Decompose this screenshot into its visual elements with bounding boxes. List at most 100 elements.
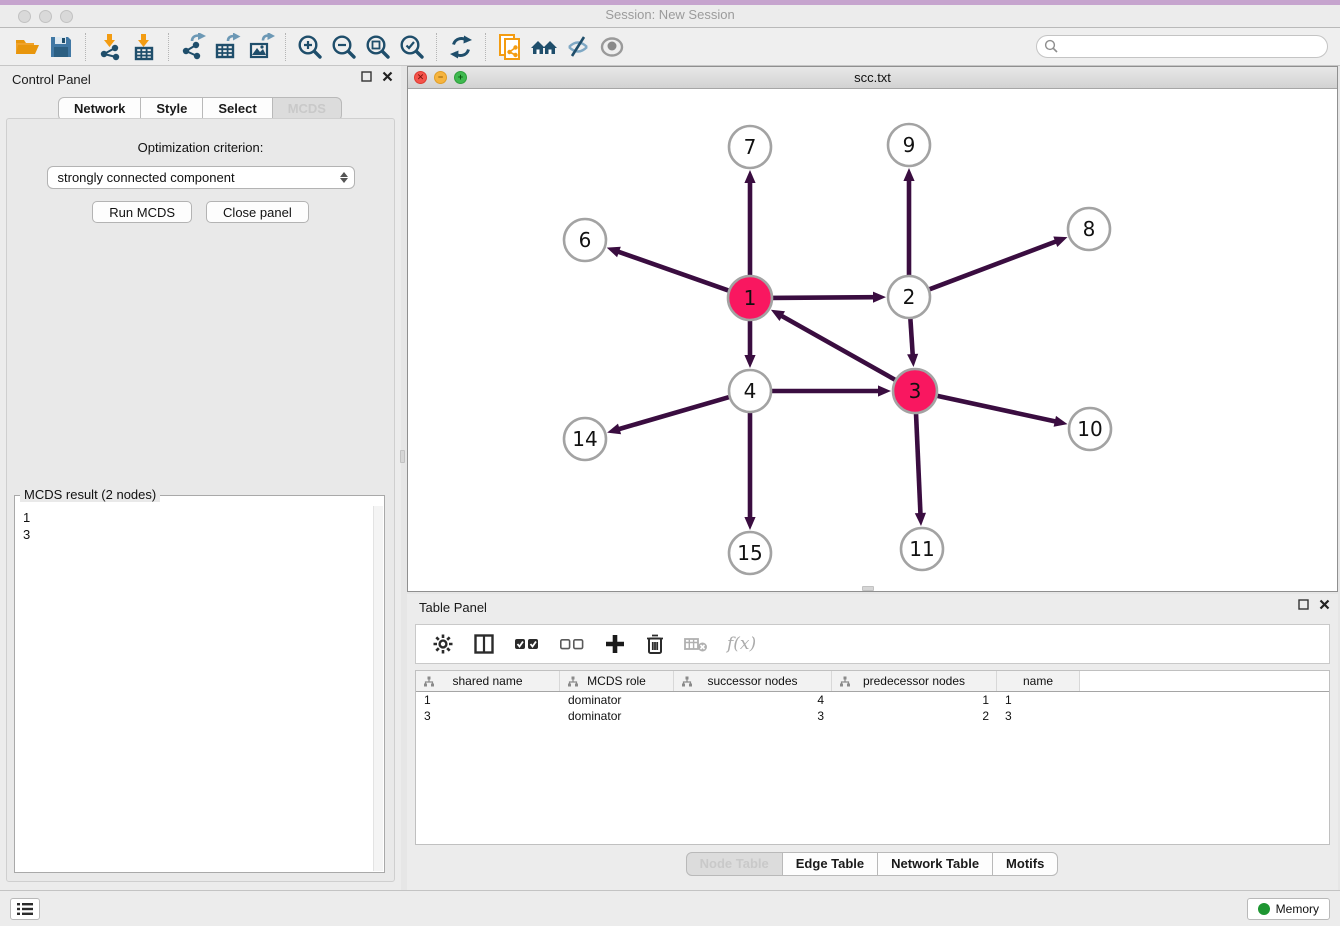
save-session-icon	[47, 33, 75, 61]
horizontal-splitter-grip[interactable]	[862, 586, 874, 591]
clone-network-button[interactable]	[493, 31, 527, 63]
column-view-button[interactable]	[473, 633, 495, 655]
edge-2-3[interactable]	[910, 316, 913, 356]
table-panel-title: Table Panel	[407, 600, 487, 615]
zoom-selected-button[interactable]	[395, 31, 429, 63]
table-cell: dominator	[560, 692, 674, 708]
column-view-icon	[473, 633, 495, 655]
export-table-button[interactable]	[210, 31, 244, 63]
add-column-button[interactable]	[604, 633, 626, 655]
task-history-button[interactable]	[10, 898, 40, 920]
result-scrollbar[interactable]	[373, 506, 383, 871]
import-network-button[interactable]	[93, 31, 127, 63]
table-row[interactable]: 1dominator411	[416, 692, 1329, 708]
edge-1-2[interactable]	[770, 297, 875, 298]
edge-arrow-1-7	[744, 170, 755, 183]
node-label-1: 1	[744, 286, 757, 310]
column-header-mcds-role[interactable]: MCDS role	[560, 671, 674, 691]
edge-3-1[interactable]	[781, 315, 898, 381]
float-panel-button[interactable]	[361, 71, 372, 82]
table-header-row: shared name MCDS role successor nodes pr…	[416, 671, 1329, 692]
show-all-button[interactable]	[595, 31, 629, 63]
edge-arrow-4-14	[607, 424, 621, 435]
tab-motifs[interactable]: Motifs	[992, 852, 1058, 876]
table-cell: dominator	[560, 708, 674, 724]
delete-column-button[interactable]	[645, 633, 665, 655]
network-window-titlebar[interactable]: ✕ − + scc.txt	[408, 67, 1337, 89]
zoom-fit-icon	[364, 33, 392, 61]
edge-4-14[interactable]	[618, 396, 732, 429]
import-table-button[interactable]	[127, 31, 161, 63]
network-view-window: ✕ − + scc.txt 7968124310141511	[407, 66, 1338, 592]
export-network-button[interactable]	[176, 31, 210, 63]
close-panel-button[interactable]	[382, 71, 393, 82]
close-panel-button-mcds[interactable]: Close panel	[206, 201, 309, 223]
run-mcds-button[interactable]: Run MCDS	[92, 201, 192, 223]
table-row[interactable]: 3dominator323	[416, 708, 1329, 724]
close-table-panel-button[interactable]	[1319, 599, 1330, 610]
save-session-button[interactable]	[44, 31, 78, 63]
function-builder-icon[interactable]: f(x)	[727, 634, 756, 654]
export-table-icon	[213, 33, 241, 61]
edge-1-6[interactable]	[617, 251, 731, 291]
column-header-predecessor-nodes[interactable]: predecessor nodes	[832, 671, 997, 691]
export-image-button[interactable]	[244, 31, 278, 63]
delete-table-button[interactable]	[684, 635, 708, 653]
tab-node-table[interactable]: Node Table	[686, 852, 783, 876]
zoom-in-button[interactable]	[293, 31, 327, 63]
deselect-all-button[interactable]	[559, 635, 585, 653]
mcds-result-text[interactable]: 13	[15, 505, 372, 872]
network-canvas[interactable]: 7968124310141511	[408, 89, 1337, 591]
table-panel: Table Panel f(x) shared name MCDS role s…	[407, 594, 1338, 890]
edge-arrow-2-8	[1053, 237, 1067, 248]
select-all-button[interactable]	[514, 635, 540, 653]
memory-label: Memory	[1276, 902, 1319, 916]
optimization-criterion-label: Optimization criterion:	[7, 140, 394, 155]
titlebar: Session: New Session	[0, 0, 1340, 28]
hide-selected-button[interactable]	[561, 31, 595, 63]
table-cell: 3	[997, 708, 1080, 724]
export-image-icon	[247, 33, 275, 61]
selected-criterion: strongly connected component	[58, 170, 340, 185]
edge-3-10[interactable]	[935, 395, 1057, 422]
apply-layout-icon	[447, 33, 475, 61]
node-label-2: 2	[903, 285, 916, 309]
column-label: MCDS role	[587, 674, 646, 688]
toolbar-separator	[85, 33, 86, 61]
edge-2-8[interactable]	[927, 241, 1057, 290]
node-label-11: 11	[909, 537, 934, 561]
network-title: scc.txt	[408, 70, 1337, 85]
column-header-successor-nodes[interactable]: successor nodes	[674, 671, 832, 691]
zoom-out-button[interactable]	[327, 31, 361, 63]
float-table-panel-button[interactable]	[1298, 599, 1309, 610]
vertical-splitter-grip[interactable]	[400, 450, 405, 463]
edge-3-11[interactable]	[916, 411, 921, 515]
column-label: predecessor nodes	[863, 674, 965, 688]
zoom-in-icon	[296, 33, 324, 61]
column-header-shared-name[interactable]: shared name	[416, 671, 560, 691]
statusbar: Memory	[0, 890, 1340, 926]
memory-status-icon	[1258, 903, 1270, 915]
open-session-button[interactable]	[10, 31, 44, 63]
import-network-icon	[96, 33, 124, 61]
tab-edge-table[interactable]: Edge Table	[782, 852, 878, 876]
column-label: shared name	[452, 674, 522, 688]
zoom-fit-button[interactable]	[361, 31, 395, 63]
node-label-7: 7	[744, 135, 757, 159]
settings-button[interactable]	[432, 633, 454, 655]
hide-selected-icon	[564, 33, 592, 61]
column-label: successor nodes	[707, 674, 797, 688]
tab-network-table[interactable]: Network Table	[877, 852, 993, 876]
memory-button[interactable]: Memory	[1247, 898, 1330, 920]
table-cell: 1	[997, 692, 1080, 708]
first-neighbors-button[interactable]	[527, 31, 561, 63]
edge-arrow-3-11	[915, 513, 926, 526]
settings-icon	[432, 633, 454, 655]
node-table: shared name MCDS role successor nodes pr…	[415, 670, 1330, 845]
optimization-criterion-select[interactable]: strongly connected component	[47, 166, 355, 189]
search-input[interactable]	[1036, 35, 1328, 58]
column-header-name[interactable]: name	[997, 671, 1080, 691]
apply-layout-button[interactable]	[444, 31, 478, 63]
task-list-icon	[16, 902, 34, 916]
search-icon	[1044, 39, 1059, 54]
